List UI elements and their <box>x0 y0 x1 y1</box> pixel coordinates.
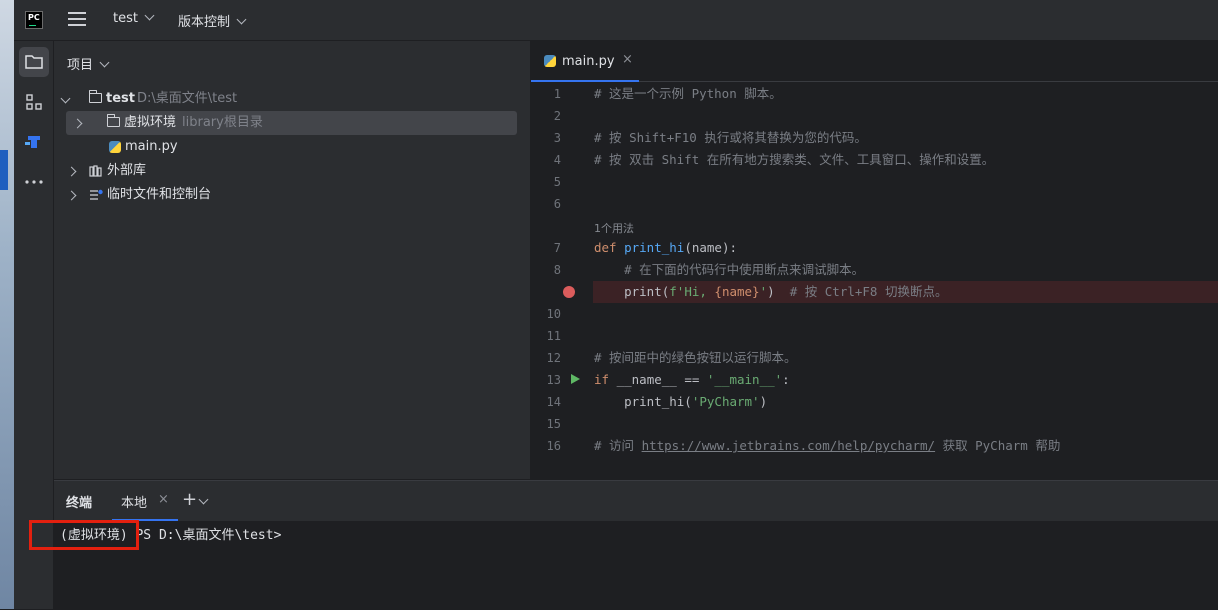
line-number[interactable]: 1 <box>531 87 561 101</box>
chevron-down-icon <box>144 10 155 21</box>
project-name: test <box>113 11 138 26</box>
tree-item-label: 虚拟环境 <box>124 115 177 130</box>
line-number[interactable]: 3 <box>531 131 561 145</box>
vcs-widget[interactable]: 版本控制 <box>178 11 247 30</box>
close-icon[interactable]: × <box>158 492 169 507</box>
line-number[interactable]: 13 <box>531 373 561 387</box>
code-line-9: print(f'Hi, {name}') # 按 Ctrl+F8 切换断点。 <box>624 284 948 299</box>
chevron-down-icon[interactable] <box>198 494 209 505</box>
code-line-3: # 按 Shift+F10 执行或将其替换为您的代码。 <box>594 130 867 145</box>
more-icon <box>25 180 43 184</box>
project-panel: 项目 test D:\桌面文件\test 虚拟环境 library根目录 mai… <box>54 41 530 479</box>
code-line-16: # 访问 https://www.jetbrains.com/help/pych… <box>594 438 1061 453</box>
add-icon[interactable]: + <box>182 489 197 510</box>
close-icon[interactable]: × <box>622 52 633 67</box>
chevron-right-icon[interactable] <box>66 166 77 177</box>
folder-icon <box>107 114 120 127</box>
line-number[interactable]: 14 <box>531 395 561 409</box>
chevron-right-icon[interactable] <box>66 190 77 201</box>
python-file-icon <box>109 141 121 153</box>
project-panel-title-label: 项目 <box>67 58 94 73</box>
line-number[interactable]: 2 <box>531 109 561 123</box>
terminal-title: 终端 <box>66 496 93 511</box>
tree-item-scratches[interactable]: 临时文件和控制台 <box>54 183 530 207</box>
desktop-strip <box>0 150 8 190</box>
line-number[interactable]: 16 <box>531 439 561 453</box>
line-number[interactable]: 12 <box>531 351 561 365</box>
line-number[interactable]: 11 <box>531 329 561 343</box>
line-number[interactable]: 7 <box>531 241 561 255</box>
tree-item-hint: library根目录 <box>182 115 263 130</box>
line-number[interactable]: 5 <box>531 175 561 189</box>
tree-item-label: 外部库 <box>107 163 147 178</box>
code-line-13: if __name__ == '__main__': <box>594 372 790 387</box>
line-number[interactable]: 8 <box>531 263 561 277</box>
python-packages-tool-button[interactable] <box>19 127 49 157</box>
breakpoint-icon[interactable] <box>563 286 575 298</box>
line-number[interactable]: 10 <box>531 307 561 321</box>
library-icon <box>89 165 102 177</box>
code-editor[interactable]: 12345678910111213141516 # 这是一个示例 Python … <box>531 82 1218 478</box>
terminal-tab-local[interactable]: 本地 × <box>112 481 178 521</box>
prompt-text: PS D:\桌面文件\test> <box>127 528 282 543</box>
main-menu-hamburger-icon[interactable] <box>68 12 86 28</box>
tree-item-venv[interactable]: 虚拟环境 library根目录 <box>66 111 517 135</box>
tab-main-py[interactable]: main.py × <box>531 41 639 82</box>
title-bar: PC test 版本控制 <box>14 0 1218 41</box>
tree-item-external-libraries[interactable]: 外部库 <box>54 159 530 183</box>
line-number[interactable]: 15 <box>531 417 561 431</box>
chevron-down-icon <box>236 14 247 25</box>
terminal-panel: 终端 本地 × + (虚拟环境) PS D:\桌面文件\test> <box>29 480 1218 610</box>
code-line-4: # 按 双击 Shift 在所有地方搜索类、文件、工具窗口、操作和设置。 <box>594 152 995 167</box>
code-line-8: # 在下面的代码行中使用断点来调试脚本。 <box>594 262 865 277</box>
tree-item-label: 临时文件和控制台 <box>107 187 212 202</box>
chevron-down-icon <box>99 57 110 68</box>
editor-tab-bar: main.py × <box>531 41 1218 82</box>
more-tool-windows-button[interactable] <box>19 167 49 197</box>
code-line-1: # 这是一个示例 Python 脚本。 <box>594 86 782 101</box>
scratches-icon <box>90 189 103 200</box>
project-tool-button[interactable] <box>19 47 49 77</box>
help-link[interactable]: https://www.jetbrains.com/help/pycharm/ <box>642 438 936 453</box>
line-number[interactable]: 4 <box>531 153 561 167</box>
tree-item-label: main.py <box>125 139 178 154</box>
code-line-14: print_hi('PyCharm') <box>594 394 768 409</box>
editor-gutter[interactable]: 12345678910111213141516 <box>531 82 593 478</box>
terminal-tab-label: 本地 <box>121 496 148 511</box>
folder-icon <box>89 90 102 103</box>
folder-icon <box>25 55 43 69</box>
pycharm-logo-icon[interactable]: PC <box>25 11 43 29</box>
vcs-menu-label: 版本控制 <box>178 15 231 30</box>
chevron-right-icon[interactable] <box>72 118 83 129</box>
code-line-7: def print_hi(name): <box>594 240 738 255</box>
tree-item-path: D:\桌面文件\test <box>137 91 238 106</box>
tab-label: main.py <box>562 54 615 69</box>
usage-inlay-hint[interactable]: 1个用法 <box>594 220 634 236</box>
chevron-down-icon[interactable] <box>60 93 71 104</box>
structure-tool-button[interactable] <box>19 87 49 117</box>
structure-icon <box>26 94 42 110</box>
line-number[interactable]: 6 <box>531 197 561 211</box>
code-line-12: # 按间距中的绿色按钮以运行脚本。 <box>594 350 797 365</box>
terminal-header: 终端 本地 × + <box>54 481 1218 521</box>
project-widget[interactable]: test <box>113 10 155 26</box>
run-gutter-icon[interactable] <box>571 374 580 384</box>
tree-item-main-py[interactable]: main.py <box>54 135 530 159</box>
python-packages-icon <box>25 136 40 148</box>
pycharm-window: PC test 版本控制 项目 test D:\桌面文件\test 虚拟环境 l… <box>14 0 1218 610</box>
desktop-edge <box>0 0 14 609</box>
tree-item-test[interactable]: test D:\桌面文件\test <box>54 87 530 111</box>
highlight-annotation-box <box>29 520 139 550</box>
tree-item-label: test <box>106 91 135 106</box>
python-file-icon <box>544 55 556 67</box>
project-panel-title[interactable]: 项目 <box>67 54 110 73</box>
